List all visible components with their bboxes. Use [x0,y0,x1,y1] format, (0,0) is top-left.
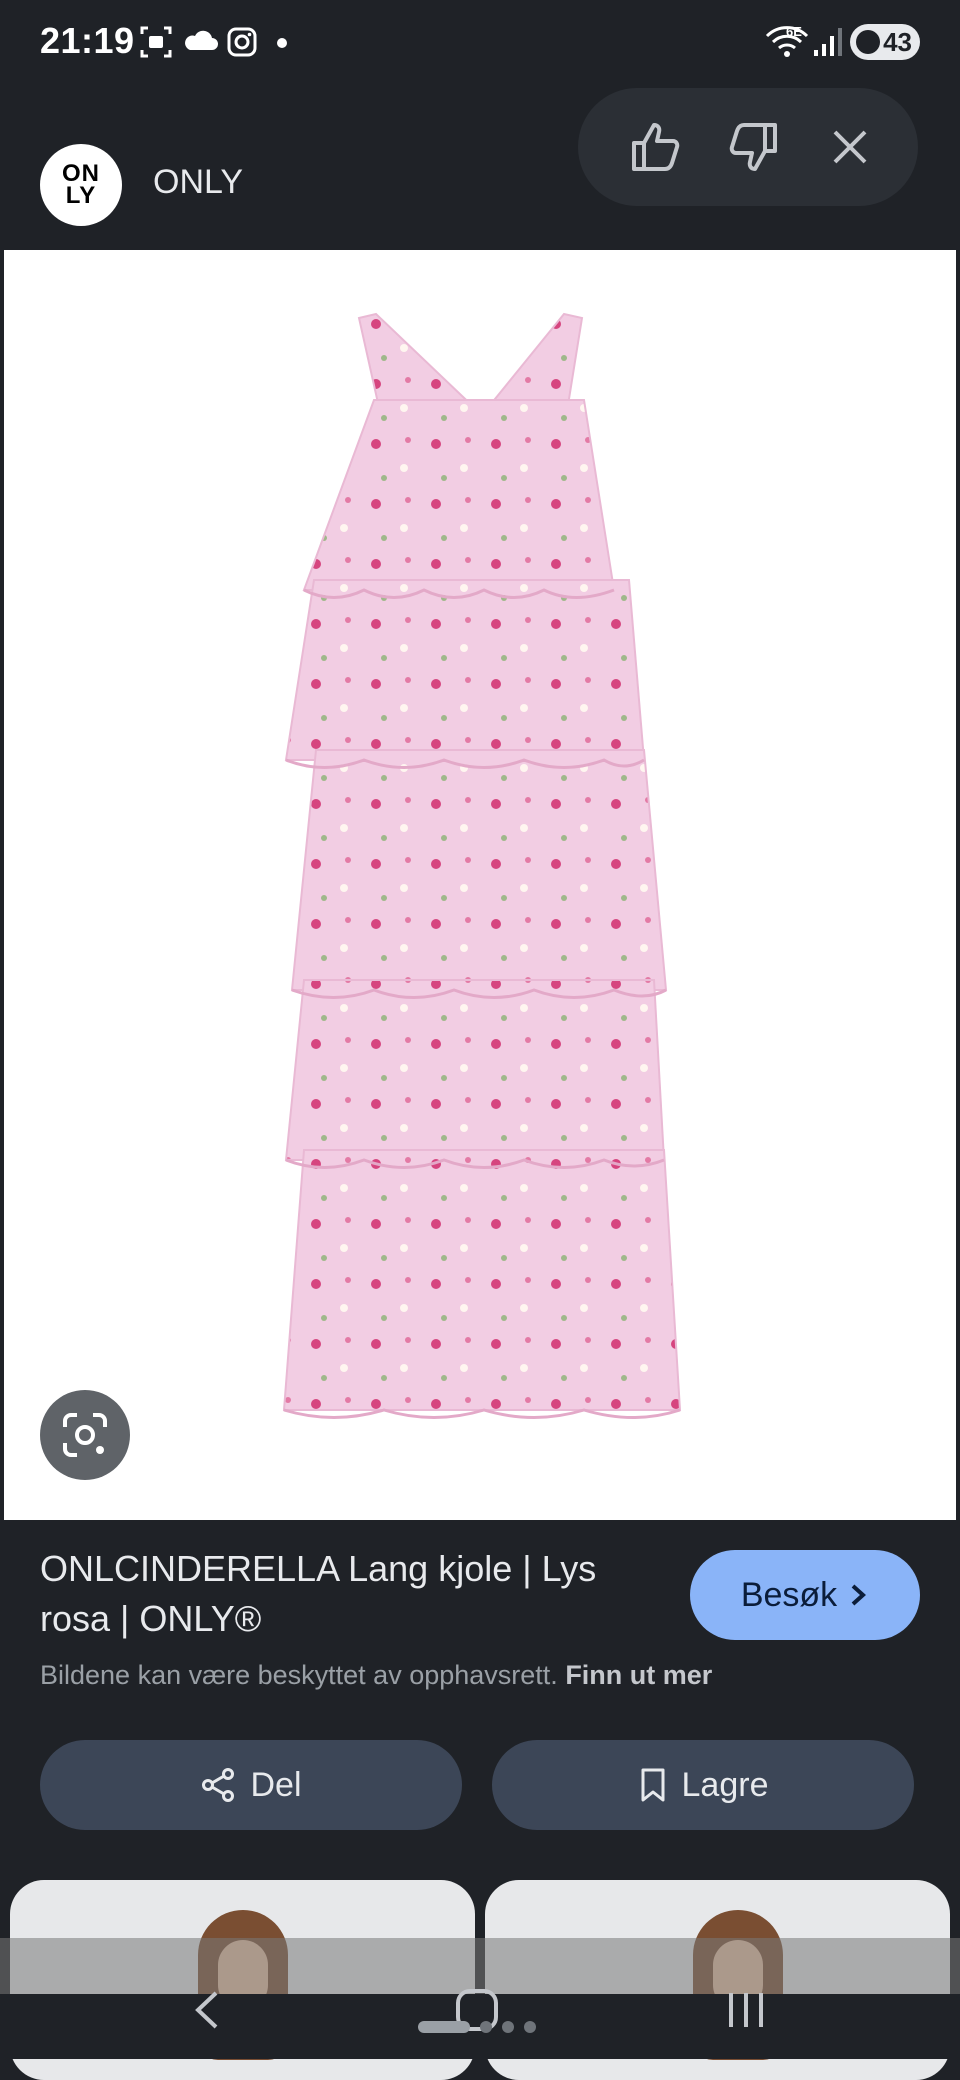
page-indicator [418,2020,536,2034]
lens-icon [63,1413,107,1457]
thumb-up-icon [632,123,680,171]
save-label: Lagre [681,1765,769,1804]
cloud-icon [185,30,218,50]
logo-text-bottom: LY [65,182,97,209]
back-button[interactable] [168,1975,248,2045]
instagram-icon [227,27,257,57]
product-image[interactable] [4,250,956,1520]
page-indicator-dot [524,2021,536,2033]
brand-name[interactable]: ONLY [153,163,243,202]
brand-logo[interactable]: ON LY [40,144,122,226]
copyright-notice: Bildene kan være beskyttet av opphavsret… [40,1660,712,1691]
status-time: 21:19 [40,20,135,61]
dress-image [282,312,682,1419]
like-button[interactable] [621,112,691,182]
thumb-down-icon [729,123,777,171]
close-button[interactable] [815,112,885,182]
battery-level: 43 [883,26,912,57]
google-lens-button[interactable] [40,1390,130,1480]
save-button[interactable]: Lagre [492,1740,914,1830]
page-indicator-dot [480,2021,492,2033]
bookmark-icon [641,1768,665,1802]
chevron-right-icon [851,1584,867,1606]
copyright-text: Bildene kan være beskyttet av opphavsret… [40,1660,558,1690]
close-icon [833,130,867,164]
home-button[interactable] [437,1975,517,2045]
visit-button[interactable]: Besøk [690,1550,920,1640]
visit-label: Besøk [740,1575,838,1614]
learn-more-link[interactable]: Finn ut mer [565,1660,712,1690]
share-button[interactable]: Del [40,1740,462,1830]
signal-icon [814,28,842,56]
back-icon [195,1991,218,2029]
notification-dot [277,38,287,48]
battery-saver-icon [856,30,880,54]
share-icon [202,1768,235,1802]
feedback-panel [578,88,918,206]
dislike-button[interactable] [718,112,788,182]
screenshot-icon [140,26,172,58]
page-indicator-active [418,2021,470,2033]
recents-icon [729,1993,763,2027]
share-label: Del [250,1765,302,1804]
status-bar: 21:19 6E 43 [0,0,960,86]
battery-indicator: 43 [850,24,920,60]
network-label: 6E [786,24,802,39]
recents-button[interactable] [706,1975,786,2045]
product-title[interactable]: ONLCINDERELLA Lang kjole | Lys rosa | ON… [40,1544,670,1644]
page-indicator-dot [502,2021,514,2033]
